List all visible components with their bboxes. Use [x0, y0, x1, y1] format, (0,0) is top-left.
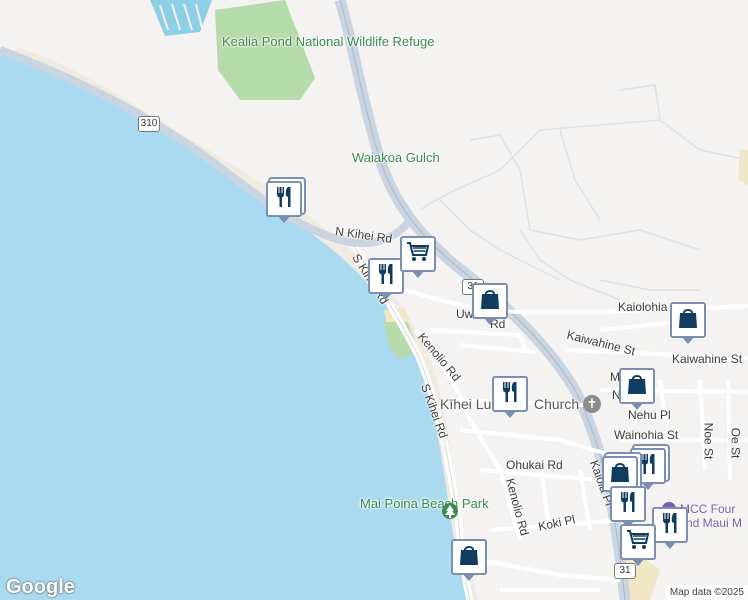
restaurant-pin-3[interactable]: [492, 376, 528, 418]
shopping-pin-1[interactable]: [472, 283, 508, 325]
hwy-310-shield: 310: [138, 116, 160, 132]
restaurant-icon: [373, 261, 399, 292]
noe-st-label: Noe St: [701, 422, 716, 460]
restaurant-icon: [657, 510, 683, 541]
grocery-pin-2[interactable]: [620, 524, 656, 566]
church-label: Kīhei Lu: [440, 396, 492, 412]
oe-st-label: Oe St: [728, 427, 743, 459]
restaurant-pin-6[interactable]: [652, 507, 688, 549]
refuge-park: [215, 0, 315, 100]
shopping-bag-icon: [624, 371, 650, 402]
park-tree-icon: [442, 503, 458, 519]
grocery-icon: [625, 527, 651, 558]
ohukai-rd-label: Ohukai Rd: [506, 458, 563, 472]
shopping-pin-5[interactable]: [451, 539, 487, 581]
nehu-pl-label: Nehu Pl: [628, 408, 671, 422]
restaurant-icon: [271, 184, 297, 215]
church-icon: ✝: [583, 395, 601, 413]
map-canvas[interactable]: Kealia Pond National Wildlife Refuge Wai…: [0, 0, 748, 600]
google-logo: Google: [6, 576, 75, 598]
restaurant-pin-1[interactable]: [266, 181, 302, 223]
restaurant-icon: [615, 489, 641, 520]
restaurant-icon: [497, 379, 523, 410]
restaurant-pin-2[interactable]: [368, 258, 404, 300]
beach-park-label: Mai Poina Beach Park: [360, 496, 489, 511]
shopping-bag-icon: [456, 542, 482, 573]
refuge-label: Kealia Pond National Wildlife Refuge: [222, 34, 435, 49]
shopping-pin-2[interactable]: [670, 302, 706, 344]
restaurant-pin-5[interactable]: [610, 486, 646, 528]
shopping-bag-icon: [607, 459, 633, 490]
shopping-pin-3[interactable]: [619, 368, 655, 410]
school-label-1: MCC Four: [680, 502, 736, 516]
wainohia-st-label: Wainohia St: [614, 428, 679, 442]
school-label-2: nd Maui M: [686, 516, 743, 530]
grocery-pin-1[interactable]: [400, 236, 436, 278]
gulch-label: Waiakoa Gulch: [352, 150, 440, 165]
map-attribution[interactable]: Map data ©2025: [665, 585, 748, 600]
kaiwahine-st-right-label: Kaiwahine St: [672, 352, 743, 366]
restaurant-icon: [635, 451, 661, 482]
church-tail-label: Church: [534, 396, 580, 412]
grocery-icon: [405, 239, 431, 270]
shopping-bag-icon: [675, 305, 701, 336]
shopping-bag-icon: [477, 286, 503, 317]
